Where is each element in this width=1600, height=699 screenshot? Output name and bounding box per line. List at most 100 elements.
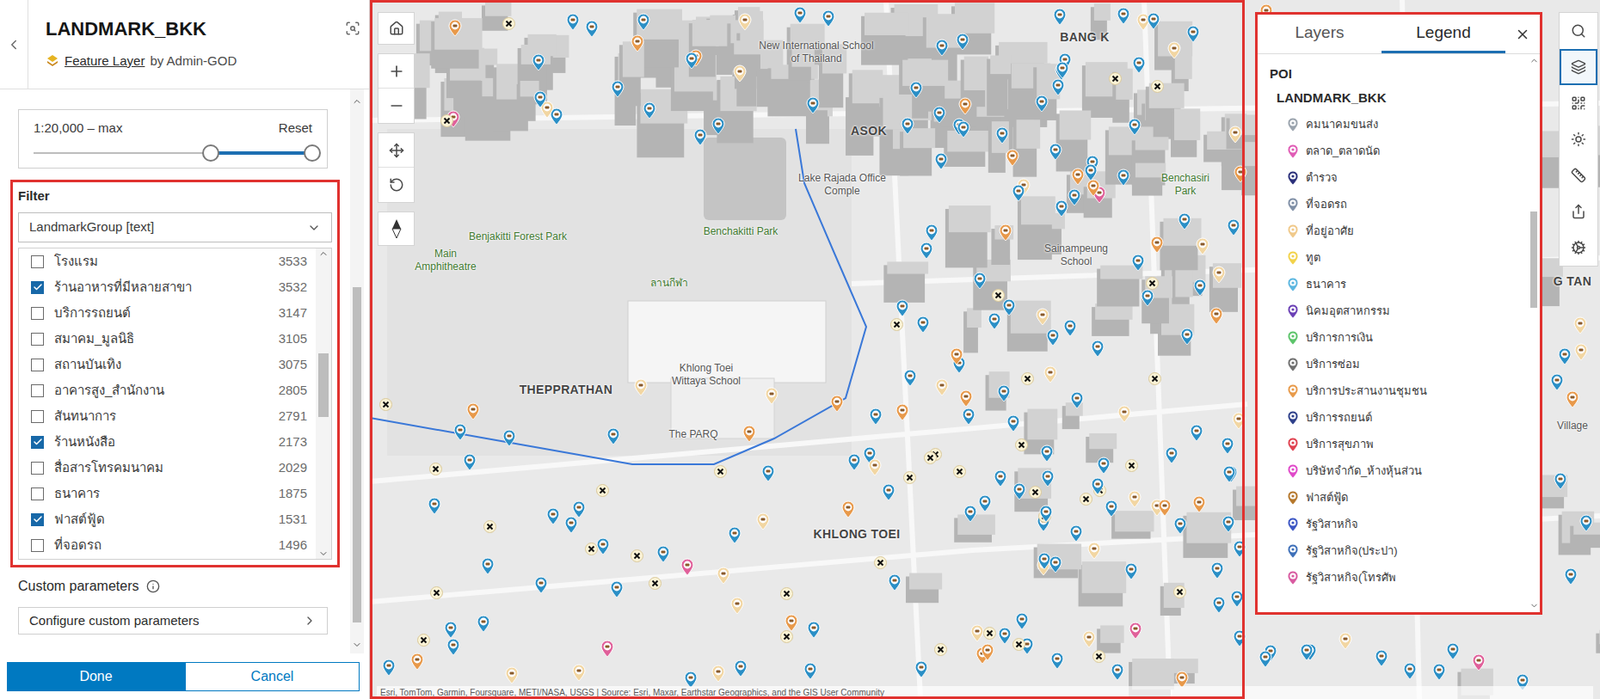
map-pin[interactable] [1150,235,1164,254]
range-max-thumb[interactable] [303,144,321,162]
map-pin-icon[interactable] [1195,237,1210,256]
closed-marker-icon[interactable] [1028,486,1042,499]
map-pin-icon[interactable] [887,573,902,592]
scroll-down-icon[interactable] [1529,601,1539,611]
map-pin-icon[interactable] [1086,178,1101,197]
map-pin-icon[interactable] [934,152,948,171]
map-pin[interactable] [1180,327,1194,346]
map-pin[interactable] [1230,590,1244,609]
map-pin[interactable] [1040,444,1054,463]
map-pin-icon[interactable] [868,407,883,426]
map-pin-icon[interactable] [1212,596,1226,615]
map-pin[interactable] [1127,117,1142,136]
map-pin-icon[interactable] [1471,653,1486,672]
map-pin-icon[interactable] [1157,498,1172,517]
map-pin-icon[interactable] [806,621,821,640]
map-pin-icon[interactable] [955,32,970,51]
map-pin[interactable] [584,19,599,38]
map-pin[interactable] [1028,486,1042,499]
scroll-up-icon[interactable] [1529,55,1539,66]
map-pin[interactable] [1221,515,1236,534]
map-pin-icon[interactable] [1299,643,1314,662]
map-pin[interactable] [596,484,610,498]
map-pin-icon[interactable] [1226,218,1241,237]
map-pin[interactable] [890,318,904,332]
filter-value-row[interactable]: โรงแรม3533 [18,248,316,275]
map-pin[interactable] [953,465,967,479]
map-pin-icon[interactable] [1116,6,1131,25]
map-pin-icon[interactable] [1565,390,1580,409]
map-pin[interactable] [956,120,971,139]
map-pin-icon[interactable] [1048,555,1063,574]
map-pin-icon[interactable] [919,241,934,260]
filter-checkbox[interactable] [30,255,44,269]
map-pin[interactable] [881,483,896,502]
map-pin[interactable] [584,542,598,556]
map-pin[interactable] [1092,650,1106,664]
closed-marker-icon[interactable] [1150,80,1164,93]
map-pin-icon[interactable] [1146,12,1161,31]
map-pin[interactable] [764,387,779,406]
map-pin[interactable] [914,660,929,679]
map-pin[interactable] [630,549,644,563]
closed-marker-icon[interactable] [440,114,454,128]
map-pin[interactable] [606,427,621,446]
map-pin[interactable] [600,640,615,659]
map-pin[interactable] [1070,167,1085,186]
map-pin-icon[interactable] [1127,490,1142,509]
closed-marker-icon[interactable] [1173,585,1187,599]
filter-value-row[interactable]: ร้านอาหารที่มีหลายสาขา3532 [18,274,316,301]
map-pin[interactable] [1063,319,1077,338]
map-pin[interactable] [934,643,948,657]
map-pin[interactable] [596,537,610,556]
map-pin[interactable] [1002,298,1016,317]
map-pin-icon[interactable] [1052,7,1067,26]
map-pin[interactable] [1553,472,1568,491]
map-pin[interactable] [1231,412,1246,431]
map-pin-icon[interactable] [636,12,651,31]
toolbar-button[interactable] [1559,229,1598,266]
map-pin[interactable] [610,80,625,99]
map-pin-icon[interactable] [1192,495,1207,514]
filter-checkbox[interactable] [30,358,44,372]
map-pin-icon[interactable] [756,512,770,531]
map-pin-icon[interactable] [480,557,495,576]
map-pin[interactable] [636,12,651,31]
map-pin-icon[interactable] [381,658,396,677]
map-pin-icon[interactable] [476,615,491,634]
filter-value-row[interactable]: บริการรถยนต์3147 [18,300,316,327]
map-pin-icon[interactable] [1210,561,1225,580]
map-pin[interactable] [934,152,948,171]
map-pin-icon[interactable] [1050,652,1065,671]
closed-marker-icon[interactable] [780,630,794,644]
map-pin[interactable] [1338,632,1353,651]
map-pin-icon[interactable] [909,80,924,99]
map-pin-icon[interactable] [1096,456,1111,475]
map-pin[interactable] [923,451,937,465]
filter-checkbox[interactable] [30,539,44,553]
map-pin-icon[interactable] [448,18,462,37]
map-pin-icon[interactable] [1557,347,1572,366]
map-pin[interactable] [534,576,548,595]
closed-marker-icon[interactable] [502,17,516,31]
map-pin[interactable] [997,627,1012,646]
map-pin[interactable] [1090,339,1105,358]
map-pin-icon[interactable] [610,80,625,99]
map-pin-icon[interactable] [1374,649,1389,668]
map-pin[interactable] [1087,541,1102,560]
map-pin[interactable] [446,638,461,657]
map-pin-icon[interactable] [1180,327,1194,346]
map-pin[interactable] [1550,373,1564,392]
map-pin-icon[interactable] [1222,465,1237,484]
map-pin-icon[interactable] [761,464,776,483]
map-pin-icon[interactable] [958,97,973,116]
toolbar-button[interactable] [1559,12,1598,50]
map-pin-icon[interactable] [1177,212,1192,231]
map-pin[interactable] [1157,498,1172,517]
scroll-down-icon[interactable] [351,640,363,651]
map-pin-icon[interactable] [531,53,546,72]
map-pin[interactable] [566,12,580,31]
closed-marker-icon[interactable] [991,289,1005,302]
map-pin[interactable] [756,512,770,531]
map-pin[interactable] [991,289,1005,302]
